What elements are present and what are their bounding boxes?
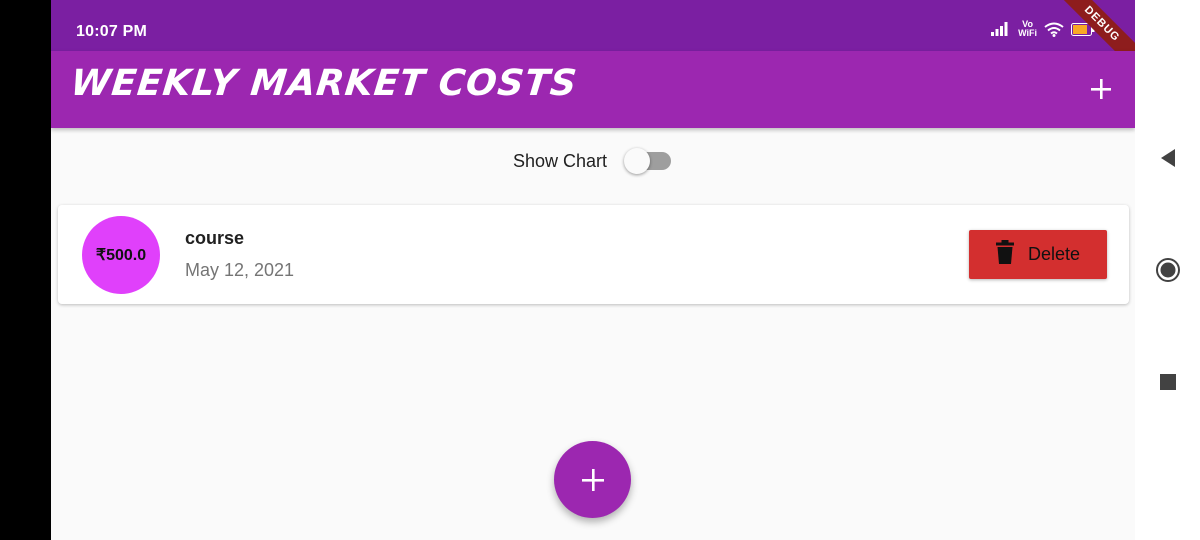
chart-toggle-row: Show Chart xyxy=(51,145,1135,177)
add-transaction-fab[interactable] xyxy=(554,441,631,518)
switch-thumb xyxy=(624,148,651,174)
transaction-card: ₹500.0 course May 12, 2021 Delete xyxy=(58,205,1129,304)
amount-text: ₹500.0 xyxy=(95,247,147,264)
nav-home-button[interactable] xyxy=(1155,257,1181,283)
left-black-edge xyxy=(0,0,51,540)
signal-icon xyxy=(991,22,1011,36)
android-nav-bar xyxy=(1135,0,1200,540)
trash-icon xyxy=(995,240,1014,269)
amount-avatar: ₹500.0 xyxy=(82,216,160,294)
app-bar-add-button[interactable] xyxy=(1087,75,1115,103)
recents-icon xyxy=(1160,374,1176,390)
app-bar: WEEKLY MARKET COSTS xyxy=(51,51,1135,128)
plus-icon xyxy=(581,468,604,491)
delete-label: Delete xyxy=(1027,244,1081,264)
plus-icon xyxy=(1091,79,1111,99)
transaction-date: May 12, 2021 xyxy=(185,260,295,280)
back-icon xyxy=(1161,149,1175,167)
home-icon xyxy=(1156,258,1180,282)
status-icons: Vo WiFi xyxy=(991,20,1095,38)
app-screen: 10:07 PM Vo WiFi DEBUG WEEKLY MARKET COS… xyxy=(51,0,1135,540)
show-chart-switch[interactable] xyxy=(621,145,673,177)
delete-button[interactable]: Delete xyxy=(969,230,1107,279)
transaction-title: course xyxy=(185,228,245,248)
vowifi-icon: Vo WiFi xyxy=(1018,19,1037,38)
nav-recents-button[interactable] xyxy=(1155,369,1181,395)
status-bar: 10:07 PM Vo WiFi DEBUG xyxy=(51,0,1135,85)
nav-back-button[interactable] xyxy=(1155,145,1181,171)
wifi-icon xyxy=(1044,22,1064,37)
app-title: WEEKLY MARKET COSTS xyxy=(68,63,580,104)
show-chart-label: Show Chart xyxy=(512,150,608,171)
status-time: 10:07 PM xyxy=(76,23,147,40)
